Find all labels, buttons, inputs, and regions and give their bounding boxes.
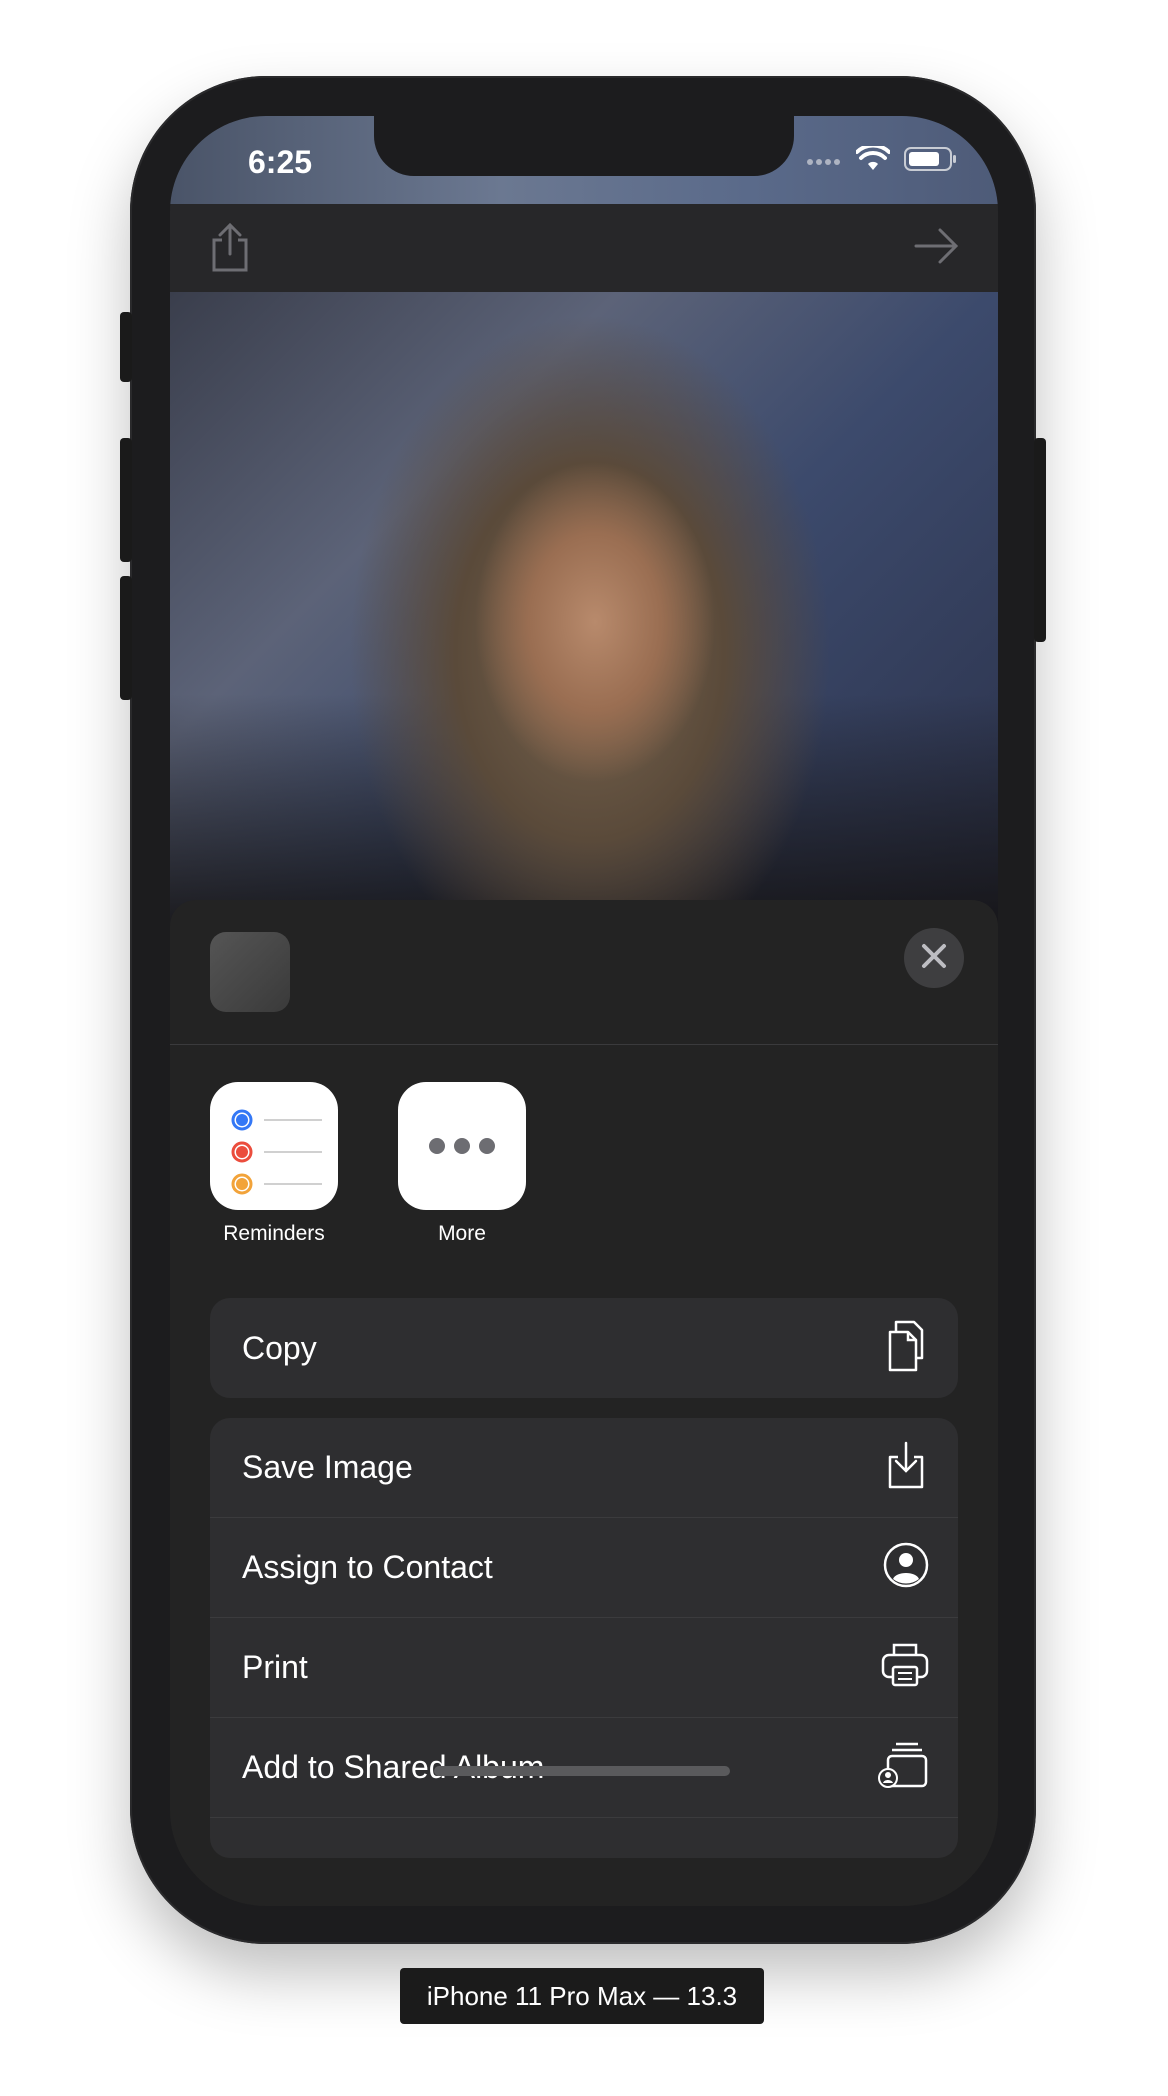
printer-icon bbox=[880, 1641, 930, 1694]
app-more[interactable]: More bbox=[398, 1082, 526, 1246]
copy-icon bbox=[882, 1318, 930, 1379]
app-reminders[interactable]: Reminders bbox=[210, 1082, 338, 1246]
app-label: More bbox=[438, 1222, 486, 1245]
power-button bbox=[1034, 438, 1046, 642]
assign-to-contact-button[interactable]: Assign to Contact bbox=[210, 1518, 958, 1618]
screen: 6:25 Reminders More Copy Save Image Assi… bbox=[170, 116, 998, 1906]
battery-icon bbox=[904, 146, 958, 177]
status-time: 6:25 bbox=[248, 144, 313, 180]
home-indicator bbox=[434, 1766, 730, 1776]
notch bbox=[374, 116, 794, 176]
action-label: Copy bbox=[242, 1329, 317, 1366]
share-app-row: Reminders More bbox=[210, 1082, 526, 1246]
more-icon bbox=[398, 1082, 526, 1210]
print-button[interactable]: Print bbox=[210, 1618, 958, 1718]
silent-switch bbox=[120, 312, 132, 382]
actions-group: Save Image Assign to Contact Print Add t… bbox=[210, 1418, 958, 1858]
shared-album-icon bbox=[878, 1740, 930, 1795]
contact-icon bbox=[882, 1541, 930, 1594]
image-thumbnail bbox=[210, 932, 290, 1012]
action-label: Save Image bbox=[242, 1449, 413, 1485]
device-caption: iPhone 11 Pro Max — 13.3 bbox=[400, 1968, 764, 2024]
app-label: Reminders bbox=[223, 1222, 325, 1245]
wifi-icon bbox=[855, 143, 891, 177]
volume-up-button bbox=[120, 438, 132, 562]
toolbar bbox=[170, 204, 998, 292]
status-icons bbox=[806, 143, 958, 177]
next-action-peek bbox=[210, 1818, 958, 1858]
share-icon[interactable] bbox=[208, 222, 252, 279]
reminders-icon bbox=[210, 1082, 338, 1210]
volume-down-button bbox=[120, 576, 132, 700]
share-sheet-header bbox=[170, 900, 998, 1045]
save-image-button[interactable]: Save Image bbox=[210, 1418, 958, 1518]
action-label: Print bbox=[242, 1649, 308, 1685]
close-button[interactable] bbox=[904, 928, 964, 988]
action-label: Assign to Contact bbox=[242, 1549, 493, 1585]
save-image-icon bbox=[882, 1439, 930, 1496]
portrait-photo bbox=[170, 292, 998, 962]
copy-button[interactable]: Copy bbox=[210, 1298, 958, 1398]
arrow-right-icon[interactable] bbox=[914, 226, 960, 271]
close-icon bbox=[921, 943, 947, 974]
share-sheet: Reminders More Copy Save Image Assign to… bbox=[170, 900, 998, 1906]
copy-group: Copy bbox=[210, 1298, 958, 1398]
signal-icon bbox=[806, 153, 842, 171]
